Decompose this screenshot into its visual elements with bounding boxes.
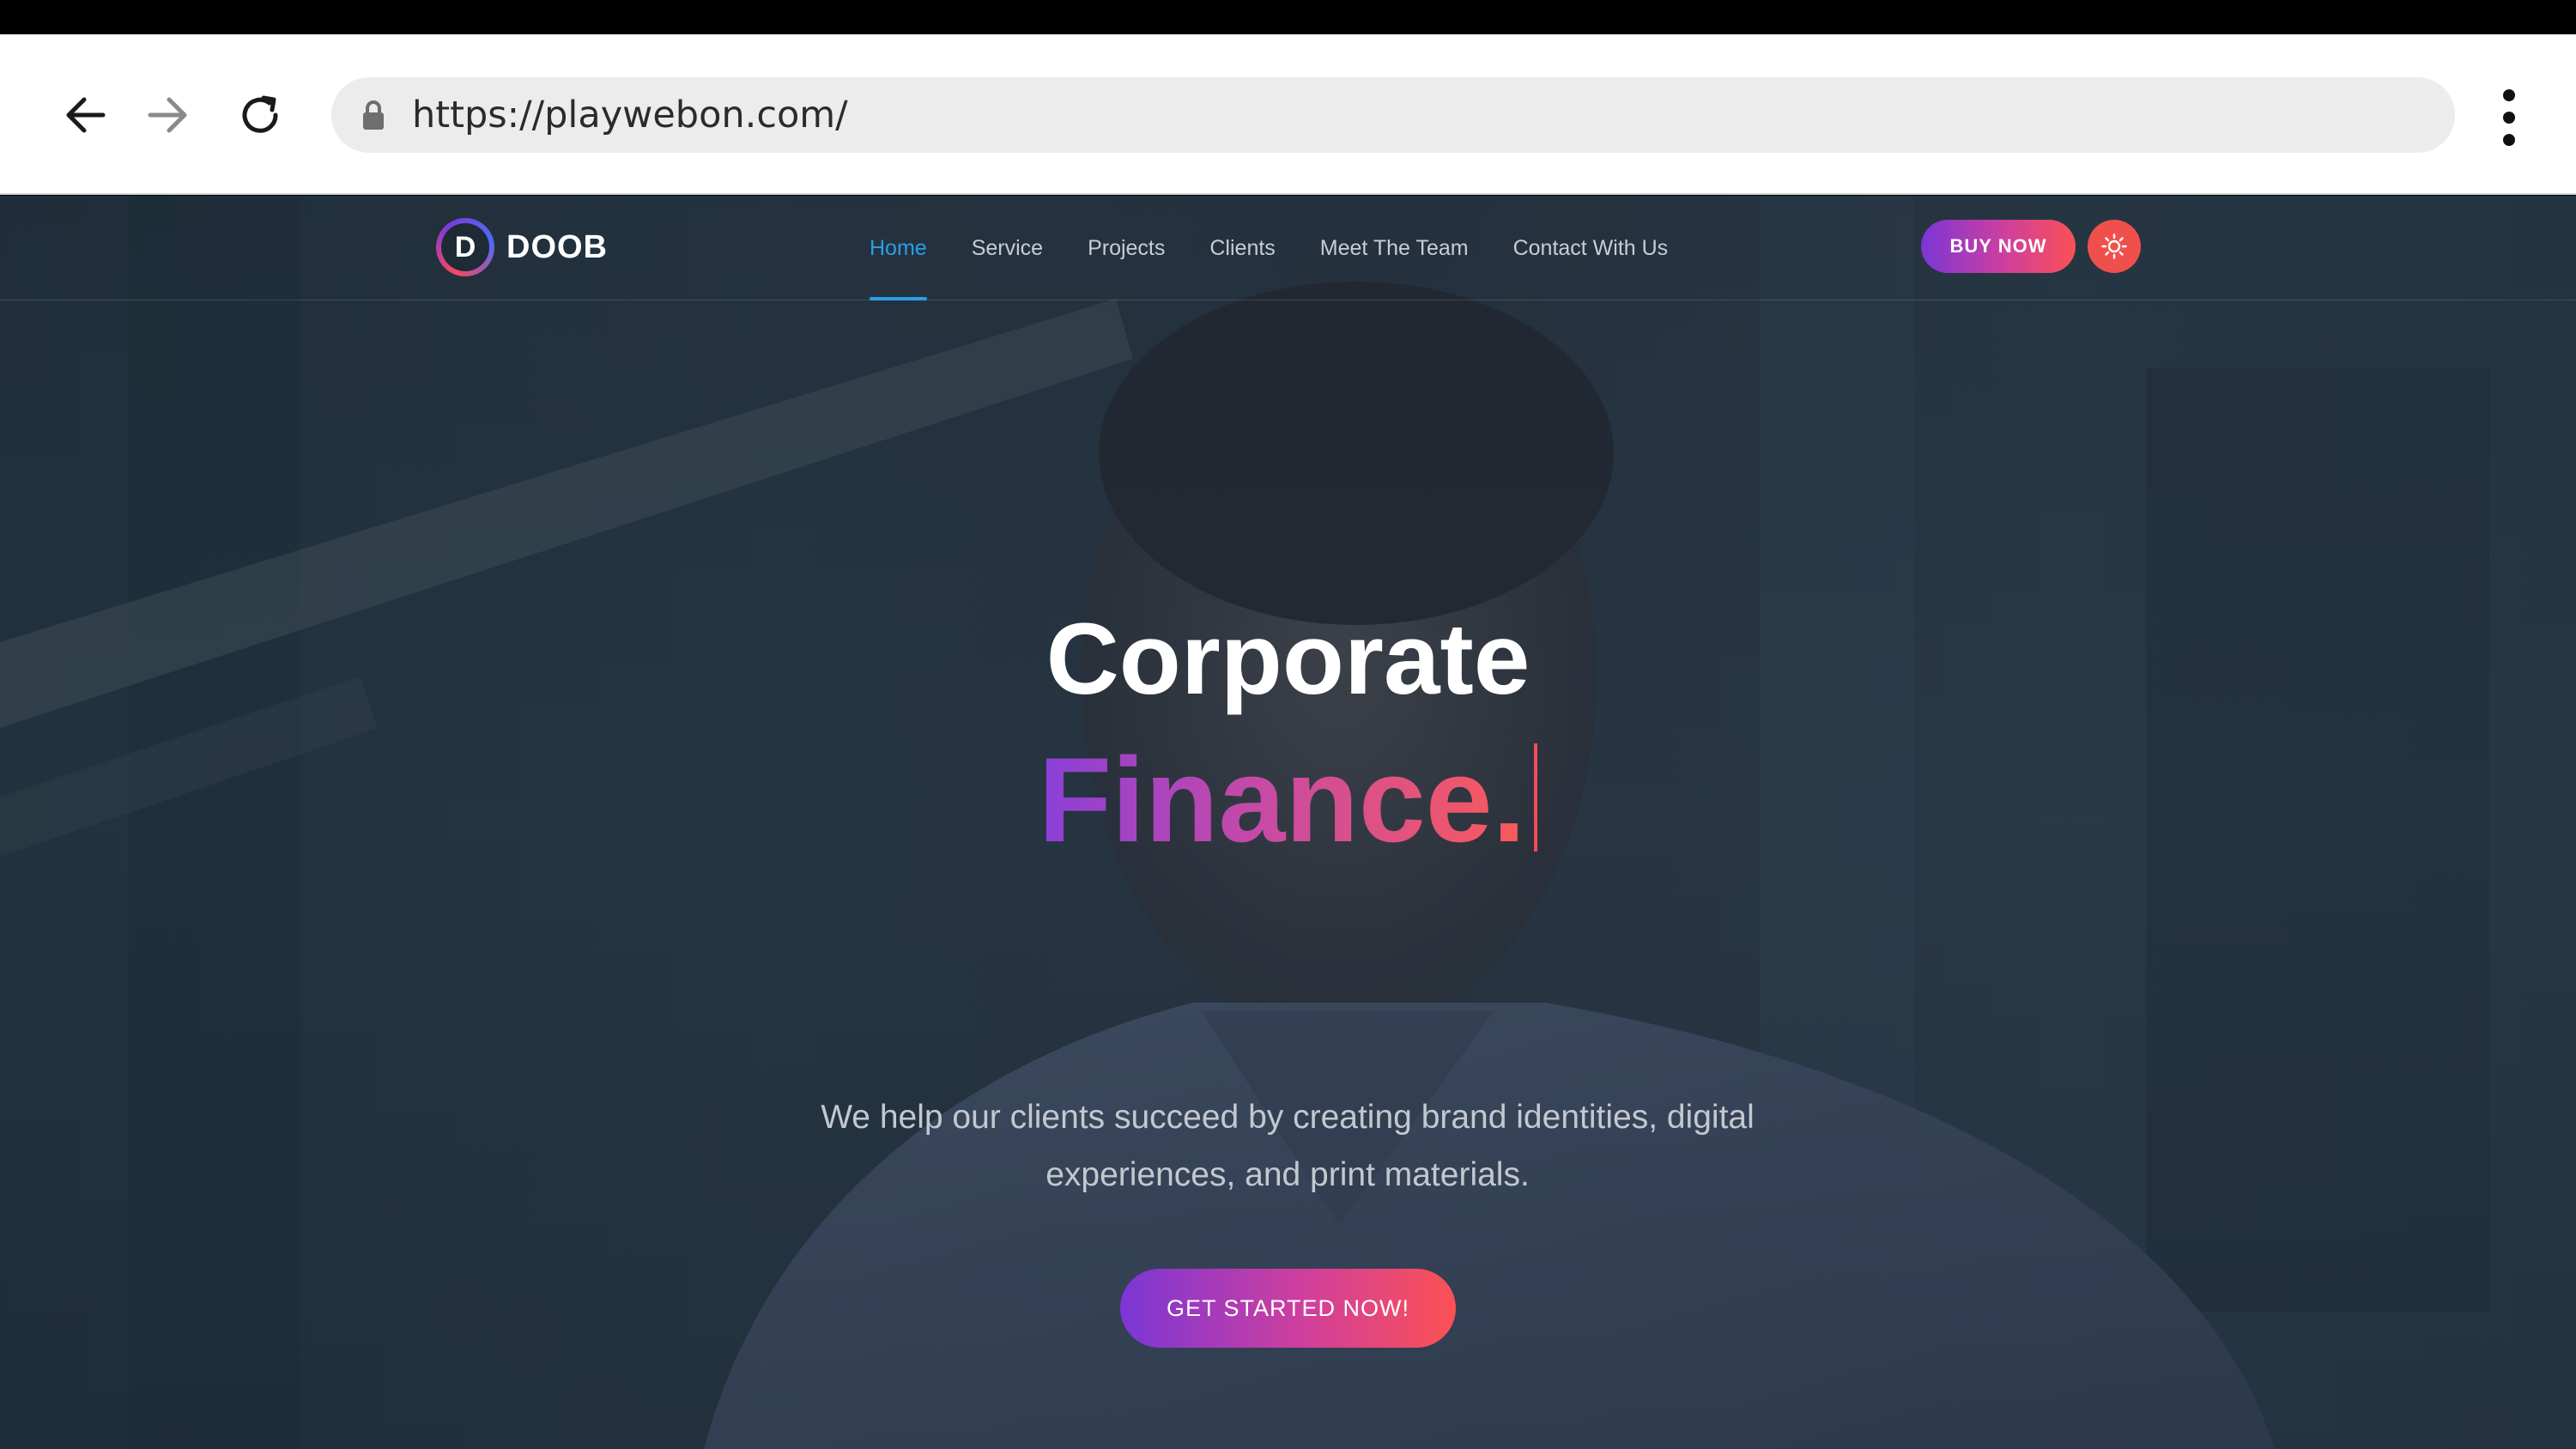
hero-description: We help our clients succeed by creating … <box>821 1099 1755 1193</box>
nav-item-projects[interactable]: Projects <box>1088 196 1165 300</box>
typing-caret <box>1534 743 1538 852</box>
sun-icon <box>2101 233 2127 259</box>
nav-item-contact[interactable]: Contact With Us <box>1513 196 1669 300</box>
arrow-left-icon <box>66 97 106 132</box>
url-text: https://playwebon.com/ <box>412 94 848 136</box>
nav-item-home[interactable]: Home <box>870 196 927 300</box>
nav-item-service[interactable]: Service <box>972 196 1043 300</box>
get-started-button[interactable]: GET STARTED NOW! <box>1120 1269 1456 1348</box>
main-nav: Home Service Projects Clients Meet The T… <box>870 196 1712 300</box>
reload-button[interactable] <box>221 34 299 195</box>
site-header: D DOOB Home Service Projects Clients Mee… <box>0 196 2576 300</box>
back-button[interactable] <box>47 34 124 195</box>
forward-button[interactable] <box>129 34 206 195</box>
lock-icon <box>363 100 384 130</box>
reload-icon <box>242 95 278 133</box>
logo-text: DOOB <box>506 228 608 265</box>
hero-title: Corporate <box>1046 603 1530 716</box>
hero-accent-text: Finance. <box>1038 732 1526 867</box>
buy-now-button[interactable]: BUY NOW <box>1921 220 2076 273</box>
browser-toolbar: https://playwebon.com/ <box>0 34 2576 195</box>
hero-accent-row: Finance. <box>0 731 2576 869</box>
kebab-menu-icon[interactable] <box>2488 86 2531 149</box>
logo-letter: D <box>441 223 489 271</box>
site-logo[interactable]: D DOOB <box>436 216 608 278</box>
nav-item-clients[interactable]: Clients <box>1209 196 1275 300</box>
status-strip <box>0 0 2576 34</box>
logo-mark: D <box>436 218 494 276</box>
arrow-right-icon <box>148 97 187 132</box>
page-viewport: D DOOB Home Service Projects Clients Mee… <box>0 196 2576 1449</box>
address-bar[interactable]: https://playwebon.com/ <box>331 77 2455 153</box>
theme-toggle-button[interactable] <box>2088 220 2141 273</box>
nav-item-meet-the-team[interactable]: Meet The Team <box>1320 196 1469 300</box>
